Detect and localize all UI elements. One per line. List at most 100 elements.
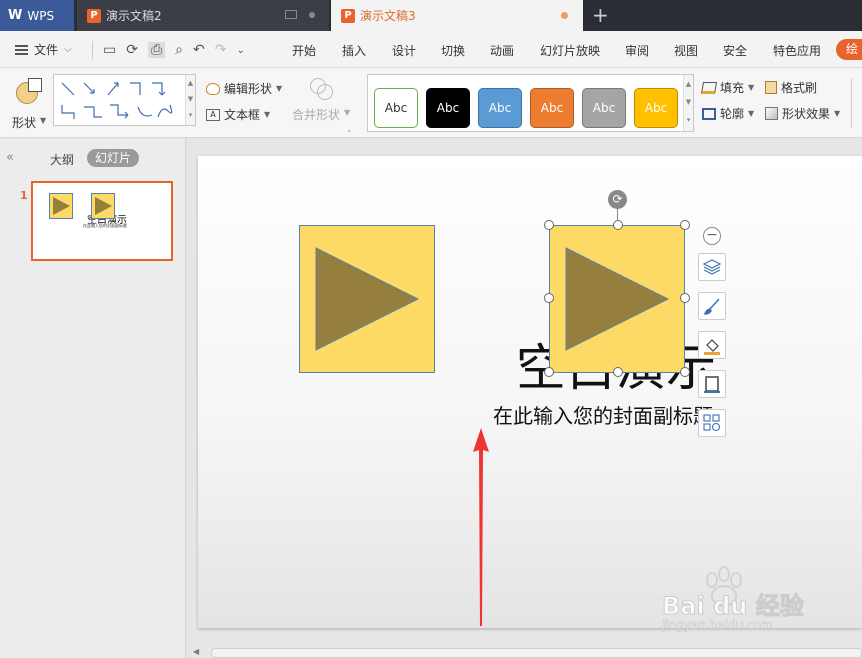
tab-wps-home[interactable]: W WPS [0,0,74,31]
shape-style-swatch[interactable]: Abc [426,88,470,128]
merge-shape-button[interactable]: 合并形状 ▼ [292,76,354,132]
rotate-handle-icon[interactable]: ⟳ [608,190,627,209]
redo-icon[interactable]: ↷ [215,42,227,58]
slide-navigation-pane: « 大纲 幻灯片 1 空白演示 在此输入您的封面副标题 [0,139,186,658]
customize-chevron-icon[interactable]: ⌄ [236,45,244,56]
tab-document-3[interactable]: P 演示文稿3 [331,0,583,31]
resize-handle-se[interactable] [680,367,690,377]
unsaved-dot-icon [309,12,315,18]
outline-button[interactable]: 轮廓 ▼ [702,105,754,122]
resize-handle-sw[interactable] [544,367,554,377]
chevron-down-icon: ▼ [344,108,351,117]
slide-number: 1 [20,189,28,202]
ribbon-toolbar: 形状 ▼ ▲ ▼ ▾ 编辑形状 ▼ A 文本框 ▼ 合并形状 ▼ ⌟ Abc A… [0,68,862,138]
shape-style-swatch[interactable]: Abc [530,88,574,128]
hamburger-icon [15,44,28,55]
divider [92,41,93,59]
menu-view[interactable]: 视图 [674,42,698,59]
horizontal-scrollbar[interactable] [211,648,862,658]
resize-handle-s[interactable] [613,367,623,377]
edit-shape-icon [206,82,220,95]
slide-thumbnail[interactable]: 空白演示 在此输入您的封面副标题 [31,181,173,261]
outline-quick-button[interactable] [698,370,726,398]
shape-effect-label: 形状效果 [782,107,831,121]
resize-handle-ne[interactable] [680,220,690,230]
shape-left-play[interactable] [299,225,435,373]
file-menu[interactable]: 文件 ⌵ [15,41,72,58]
outline-icon [702,107,716,120]
shape-style-swatch[interactable]: Abc [582,88,626,128]
divider [851,78,852,128]
gallery-scrollbar[interactable]: ▲ ▼ ▾ [185,75,195,125]
text-box-label: 文本框 [224,108,261,122]
wps-logo-icon: W [8,8,23,23]
collapse-float-toolbar-icon[interactable]: − [703,227,721,245]
monitor-icon[interactable] [285,10,297,19]
menu-bar: 文件 ⌵ ▭ ⟳ ⎙ ⌕ ↶ ↷ ⌄ 开始 插入 设计 切换 动画 幻灯片放映 … [0,31,862,68]
undo-icon[interactable]: ↶ [193,42,205,58]
menu-special-apps[interactable]: 特色应用 [773,42,821,59]
format-painter-button[interactable]: 格式刷 [765,79,817,96]
menu-animation[interactable]: 动画 [490,42,514,59]
menu-insert[interactable]: 插入 [342,42,366,59]
shape-effect-button[interactable]: 形状效果 ▼ [765,105,840,122]
merge-shape-label: 合并形状 [292,108,341,122]
play-triangle-icon [95,197,112,215]
menu-security[interactable]: 安全 [723,42,747,59]
menu-review[interactable]: 审阅 [625,42,649,59]
collapse-pane-icon[interactable]: « [6,150,14,165]
shape-style-swatch[interactable]: Abc [374,88,418,128]
chevron-down-icon: ▼ [748,83,755,92]
menu-design[interactable]: 设计 [392,42,416,59]
chevron-down-icon: ▼ [40,116,47,125]
group-expand-icon[interactable]: ⌟ [347,124,351,133]
resize-handle-w[interactable] [544,293,554,303]
tab-outline[interactable]: 大纲 [50,151,74,168]
fill-button[interactable]: 填充 ▼ [700,79,755,96]
presentation-icon: P [341,8,355,23]
presentation-icon: P [87,8,101,23]
edit-shape-button[interactable]: 编辑形状 ▼ [206,80,282,97]
shape-style-swatch[interactable]: Abc [478,88,522,128]
chevron-down-icon: ▼ [748,109,755,118]
menu-transition[interactable]: 切换 [441,42,465,59]
play-triangle-icon [315,247,420,351]
layers-button[interactable] [698,253,726,281]
layers-icon [702,259,722,275]
resize-handle-e[interactable] [680,293,690,303]
slide-subtitle[interactable]: 在此输入您的封面副标题 [493,404,713,428]
format-painter-icon [765,81,777,94]
fill-quick-button[interactable] [698,331,726,359]
menu-slideshow[interactable]: 幻灯片放映 [540,42,600,59]
export-icon[interactable]: ⟳ [126,42,138,58]
menu-drawing-tools-tab[interactable]: 绘 [836,39,862,60]
menu-start[interactable]: 开始 [292,42,316,59]
chevron-down-icon: ⌵ [64,44,72,55]
wps-label: WPS [27,8,55,23]
quick-access-toolbar: ▭ ⟳ ⎙ ⌕ ↶ ↷ ⌄ [92,39,245,61]
gallery-scrollbar[interactable]: ▲ ▼ ▾ [683,75,693,131]
tab-document-2[interactable]: P 演示文稿2 [77,0,329,31]
print-icon[interactable]: ⎙ [147,42,166,58]
print-preview-icon[interactable]: ⌕ [175,42,183,58]
style-brush-button[interactable] [698,292,726,320]
shape-style-swatch[interactable]: Abc [634,88,678,128]
more-actions-button[interactable] [698,409,726,437]
fill-bucket-icon [704,339,720,355]
shape-button[interactable]: 形状 ▼ [10,76,48,132]
outline-label: 轮廓 [720,107,745,121]
unsaved-dot-icon [561,12,568,19]
style-gallery[interactable]: Abc Abc Abc Abc Abc Abc ▲ ▼ ▾ [367,74,694,132]
resize-handle-n[interactable] [613,220,623,230]
shape-grid-icon [703,414,721,432]
new-tab-button[interactable]: + [592,3,609,27]
save-icon[interactable]: ▭ [103,42,116,58]
play-triangle-icon [53,197,70,215]
slide[interactable]: 空白演示 在此输入您的封面副标题 [198,156,862,628]
scroll-left-icon[interactable]: ◀ [193,647,199,656]
tab-slides[interactable]: 幻灯片 [87,149,140,167]
shape-right-play-selected[interactable] [549,225,685,373]
resize-handle-nw[interactable] [544,220,554,230]
connector-gallery[interactable]: ▲ ▼ ▾ [53,74,196,126]
text-box-button[interactable]: A 文本框 ▼ [206,106,270,123]
